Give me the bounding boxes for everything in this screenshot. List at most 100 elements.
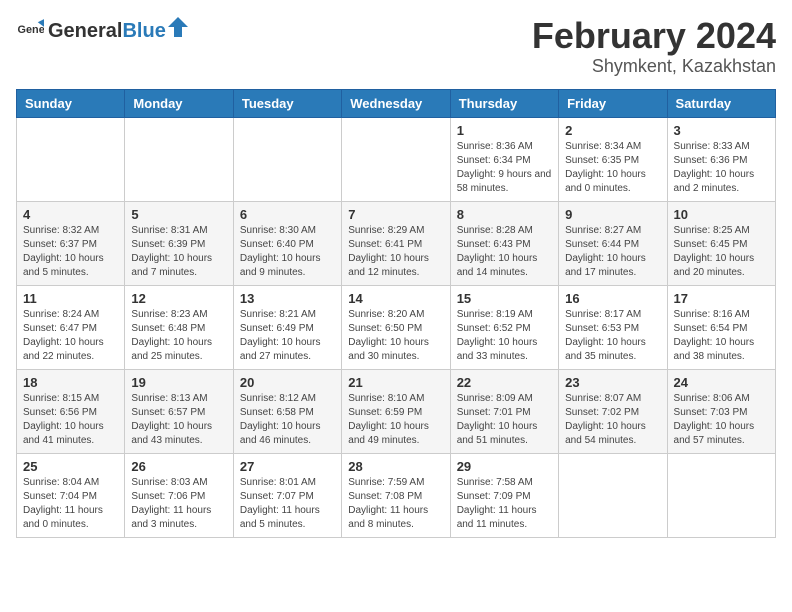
day-number: 13 [240, 291, 335, 306]
calendar-cell: 1Sunrise: 8:36 AM Sunset: 6:34 PM Daylig… [450, 117, 558, 201]
day-number: 23 [565, 375, 660, 390]
day-number: 20 [240, 375, 335, 390]
day-info: Sunrise: 8:32 AM Sunset: 6:37 PM Dayligh… [23, 224, 118, 280]
day-info: Sunrise: 8:17 AM Sunset: 6:53 PM Dayligh… [565, 308, 660, 364]
calendar-week-row: 1Sunrise: 8:36 AM Sunset: 6:34 PM Daylig… [17, 117, 776, 201]
calendar-cell: 20 Sunrise: 8:12 AM Sunset: 6:58 PM Dayli… [233, 369, 341, 453]
calendar-cell: 2 Sunrise: 8:34 AM Sunset: 6:35 PM Daylig… [559, 117, 667, 201]
calendar-table: SundayMondayTuesdayWednesdayThursdayFrid… [16, 89, 776, 538]
day-number: 15 [457, 291, 552, 306]
day-info: Sunrise: 8:10 AM Sunset: 6:59 PM Dayligh… [348, 392, 443, 448]
day-number: 26 [131, 459, 226, 474]
calendar-cell [125, 117, 233, 201]
day-info: Sunrise: 8:34 AM Sunset: 6:35 PM Dayligh… [565, 140, 660, 196]
day-info: Sunrise: 8:36 AM Sunset: 6:34 PM Dayligh… [457, 140, 552, 196]
calendar-cell: 17 Sunrise: 8:16 AM Sunset: 6:54 PM Dayli… [667, 285, 775, 369]
day-info: Sunrise: 8:03 AM Sunset: 7:06 PM Dayligh… [131, 476, 226, 532]
logo-blue: Blue [122, 20, 165, 43]
day-info: Sunrise: 8:09 AM Sunset: 7:01 PM Dayligh… [457, 392, 552, 448]
day-number: 16 [565, 291, 660, 306]
day-info: Sunrise: 8:28 AM Sunset: 6:43 PM Dayligh… [457, 224, 552, 280]
day-info: Sunrise: 8:15 AM Sunset: 6:56 PM Dayligh… [23, 392, 118, 448]
calendar-week-row: 25Sunrise: 8:04 AM Sunset: 7:04 PM Dayli… [17, 453, 776, 537]
day-number: 11 [23, 291, 118, 306]
day-info: Sunrise: 8:12 AM Sunset: 6:58 PM Dayligh… [240, 392, 335, 448]
day-info: Sunrise: 8:30 AM Sunset: 6:40 PM Dayligh… [240, 224, 335, 280]
day-info: Sunrise: 8:29 AM Sunset: 6:41 PM Dayligh… [348, 224, 443, 280]
day-number: 24 [674, 375, 769, 390]
calendar-cell: 11 Sunrise: 8:24 AM Sunset: 6:47 PM Dayli… [17, 285, 125, 369]
calendar-cell: 4 Sunrise: 8:32 AM Sunset: 6:37 PM Daylig… [17, 201, 125, 285]
calendar-cell [342, 117, 450, 201]
calendar-cell: 8 Sunrise: 8:28 AM Sunset: 6:43 PM Daylig… [450, 201, 558, 285]
day-info: Sunrise: 8:33 AM Sunset: 6:36 PM Dayligh… [674, 140, 769, 196]
calendar-cell: 24Sunrise: 8:06 AM Sunset: 7:03 PM Dayli… [667, 369, 775, 453]
calendar-week-row: 11 Sunrise: 8:24 AM Sunset: 6:47 PM Dayli… [17, 285, 776, 369]
day-info: Sunrise: 8:24 AM Sunset: 6:47 PM Dayligh… [23, 308, 118, 364]
day-number: 8 [457, 207, 552, 222]
calendar-header-thursday: Thursday [450, 89, 558, 117]
day-info: Sunrise: 8:13 AM Sunset: 6:57 PM Dayligh… [131, 392, 226, 448]
day-info: Sunrise: 8:20 AM Sunset: 6:50 PM Dayligh… [348, 308, 443, 364]
calendar-header-row: SundayMondayTuesdayWednesdayThursdayFrid… [17, 89, 776, 117]
day-info: Sunrise: 8:25 AM Sunset: 6:45 PM Dayligh… [674, 224, 769, 280]
title-area: February 2024 Shymkent, Kazakhstan [532, 16, 776, 77]
day-number: 22 [457, 375, 552, 390]
day-number: 2 [565, 123, 660, 138]
day-number: 6 [240, 207, 335, 222]
calendar-cell: 22 Sunrise: 8:09 AM Sunset: 7:01 PM Dayli… [450, 369, 558, 453]
day-info: Sunrise: 8:16 AM Sunset: 6:54 PM Dayligh… [674, 308, 769, 364]
calendar-cell: 15 Sunrise: 8:19 AM Sunset: 6:52 PM Dayli… [450, 285, 558, 369]
day-info: Sunrise: 8:23 AM Sunset: 6:48 PM Dayligh… [131, 308, 226, 364]
calendar-header-sunday: Sunday [17, 89, 125, 117]
calendar-cell: 6 Sunrise: 8:30 AM Sunset: 6:40 PM Daylig… [233, 201, 341, 285]
day-number: 9 [565, 207, 660, 222]
calendar-header-wednesday: Wednesday [342, 89, 450, 117]
calendar-cell: 16 Sunrise: 8:17 AM Sunset: 6:53 PM Dayli… [559, 285, 667, 369]
day-number: 5 [131, 207, 226, 222]
calendar-week-row: 18 Sunrise: 8:15 AM Sunset: 6:56 PM Dayli… [17, 369, 776, 453]
calendar-cell: 21Sunrise: 8:10 AM Sunset: 6:59 PM Dayli… [342, 369, 450, 453]
day-info: Sunrise: 8:31 AM Sunset: 6:39 PM Dayligh… [131, 224, 226, 280]
calendar-cell: 27Sunrise: 8:01 AM Sunset: 7:07 PM Dayli… [233, 453, 341, 537]
day-number: 10 [674, 207, 769, 222]
calendar-week-row: 4 Sunrise: 8:32 AM Sunset: 6:37 PM Daylig… [17, 201, 776, 285]
header: General General Blue February 2024 Shymk… [16, 16, 776, 77]
calendar-cell [667, 453, 775, 537]
calendar-header-tuesday: Tuesday [233, 89, 341, 117]
calendar-cell: 5 Sunrise: 8:31 AM Sunset: 6:39 PM Daylig… [125, 201, 233, 285]
day-info: Sunrise: 7:58 AM Sunset: 7:09 PM Dayligh… [457, 476, 552, 532]
day-number: 17 [674, 291, 769, 306]
day-number: 7 [348, 207, 443, 222]
logo-icon: General [16, 16, 44, 44]
calendar-cell: 28 Sunrise: 7:59 AM Sunset: 7:08 PM Dayli… [342, 453, 450, 537]
day-number: 3 [674, 123, 769, 138]
calendar-header-friday: Friday [559, 89, 667, 117]
day-info: Sunrise: 8:07 AM Sunset: 7:02 PM Dayligh… [565, 392, 660, 448]
day-info: Sunrise: 8:21 AM Sunset: 6:49 PM Dayligh… [240, 308, 335, 364]
calendar-cell: 10 Sunrise: 8:25 AM Sunset: 6:45 PM Dayli… [667, 201, 775, 285]
day-number: 29 [457, 459, 552, 474]
day-number: 4 [23, 207, 118, 222]
day-number: 14 [348, 291, 443, 306]
day-number: 18 [23, 375, 118, 390]
calendar-cell [233, 117, 341, 201]
calendar-cell: 25Sunrise: 8:04 AM Sunset: 7:04 PM Dayli… [17, 453, 125, 537]
main-title: February 2024 [532, 16, 776, 56]
logo-arrow-icon [168, 17, 188, 37]
calendar-cell: 26 Sunrise: 8:03 AM Sunset: 7:06 PM Dayli… [125, 453, 233, 537]
calendar-cell: 19 Sunrise: 8:13 AM Sunset: 6:57 PM Dayli… [125, 369, 233, 453]
day-info: Sunrise: 8:01 AM Sunset: 7:07 PM Dayligh… [240, 476, 335, 532]
calendar-cell: 13 Sunrise: 8:21 AM Sunset: 6:49 PM Dayli… [233, 285, 341, 369]
day-info: Sunrise: 8:27 AM Sunset: 6:44 PM Dayligh… [565, 224, 660, 280]
calendar-header-monday: Monday [125, 89, 233, 117]
day-number: 28 [348, 459, 443, 474]
calendar-cell [17, 117, 125, 201]
calendar-cell: 12 Sunrise: 8:23 AM Sunset: 6:48 PM Dayli… [125, 285, 233, 369]
day-number: 12 [131, 291, 226, 306]
day-info: Sunrise: 7:59 AM Sunset: 7:08 PM Dayligh… [348, 476, 443, 532]
calendar-cell: 14 Sunrise: 8:20 AM Sunset: 6:50 PM Dayli… [342, 285, 450, 369]
day-number: 19 [131, 375, 226, 390]
day-number: 25 [23, 459, 118, 474]
day-info: Sunrise: 8:19 AM Sunset: 6:52 PM Dayligh… [457, 308, 552, 364]
